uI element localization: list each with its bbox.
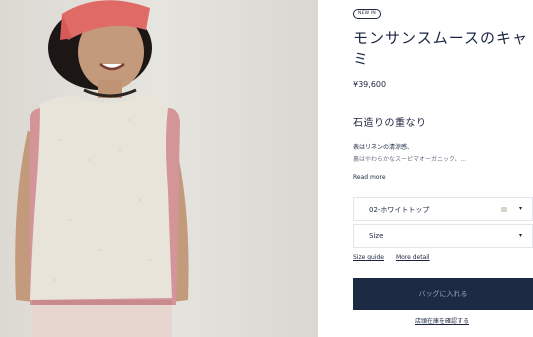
description-line-1: 表はリネンの清涼感、 — [353, 144, 414, 151]
size-select-value: Size — [369, 232, 384, 240]
product-image[interactable] — [0, 0, 318, 337]
color-select[interactable]: 02-ホワイトトップ ▾ — [353, 197, 533, 221]
product-price: ¥39,600 — [353, 80, 387, 89]
check-store-stock-link[interactable]: 店頭在庫を確認する — [415, 316, 469, 325]
size-select[interactable]: Size ▾ — [353, 224, 533, 248]
read-more-link[interactable]: Read more — [353, 174, 386, 181]
product-links: Size guide More detail — [353, 254, 440, 261]
chevron-down-icon: ▾ — [519, 205, 523, 212]
product-details: NEW IN モンサンスムースのキャミ ¥39,600 石造りの重なり 表はリネ… — [353, 0, 533, 337]
description-line-2: 裏はやわらかなスーピマオーガニック、... — [353, 156, 467, 163]
add-to-cart-button[interactable]: バッグに入れる — [353, 278, 533, 310]
chevron-down-icon: ▾ — [519, 232, 523, 239]
more-detail-link[interactable]: More detail — [396, 254, 430, 261]
product-photo-illustration — [0, 0, 318, 337]
size-guide-link[interactable]: Size guide — [353, 254, 384, 261]
color-swatch — [501, 207, 507, 212]
new-in-badge: NEW IN — [353, 9, 381, 19]
color-select-value: 02-ホワイトトップ — [369, 206, 430, 214]
product-title: モンサンスムースのキャミ — [353, 29, 528, 68]
product-subtitle: 石造りの重なり — [353, 118, 427, 129]
